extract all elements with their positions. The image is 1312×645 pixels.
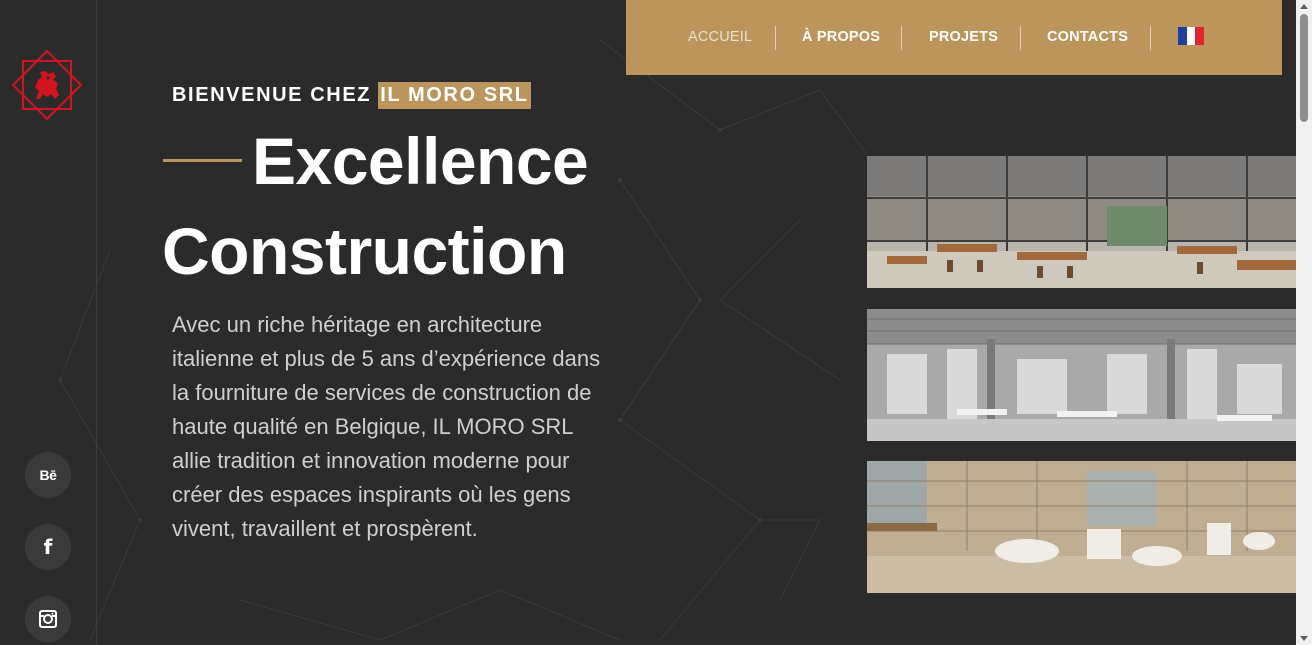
french-flag-icon[interactable] <box>1178 27 1205 45</box>
nav-contacts[interactable]: CONTACTS <box>1047 29 1128 45</box>
top-navigation: ACCUEIL À PROPOS PROJETS CONTACTS <box>626 0 1282 75</box>
behance-glyph: Bē <box>39 467 57 483</box>
nav-divider <box>1020 26 1021 50</box>
subtitle-prefix: BIENVENUE CHEZ <box>172 84 379 106</box>
hero-description: Avec un riche héritage en architecture i… <box>172 312 601 541</box>
left-sidebar: Bē f <box>0 0 97 645</box>
nav-projets[interactable]: PROJETS <box>929 29 998 45</box>
office-photo-2 <box>867 309 1296 441</box>
nav-divider <box>775 26 776 50</box>
nav-divider <box>1150 26 1151 50</box>
page: Bē f ACCUEIL À PROPOS PROJETS CONTACTS B… <box>0 0 1312 645</box>
nav-divider <box>901 26 902 50</box>
scroll-up-arrow-icon[interactable] <box>1300 4 1308 9</box>
office-photo-3 <box>867 461 1296 593</box>
office-photo-1 <box>867 156 1296 288</box>
lion-logo-icon[interactable] <box>9 47 85 123</box>
company-name-highlight: IL MORO SRL <box>378 82 531 109</box>
scrollbar-thumb[interactable] <box>1300 14 1308 122</box>
nav-accueil[interactable]: ACCUEIL <box>688 29 752 45</box>
welcome-subtitle: BIENVENUE CHEZ IL MORO SRL <box>172 82 531 109</box>
nav-a-propos[interactable]: À PROPOS <box>802 29 880 45</box>
facebook-glyph: f <box>43 535 53 559</box>
vertical-scrollbar[interactable] <box>1296 0 1312 645</box>
instagram-icon[interactable] <box>25 596 71 642</box>
instagram-glyph <box>39 610 57 628</box>
scroll-down-arrow-icon[interactable] <box>1300 636 1308 641</box>
headline-line-2: Construction <box>162 214 567 288</box>
behance-icon[interactable]: Bē <box>25 452 71 498</box>
headline-line-1: Excellence <box>252 124 589 198</box>
facebook-icon[interactable]: f <box>25 524 71 570</box>
accent-dash <box>163 159 242 162</box>
